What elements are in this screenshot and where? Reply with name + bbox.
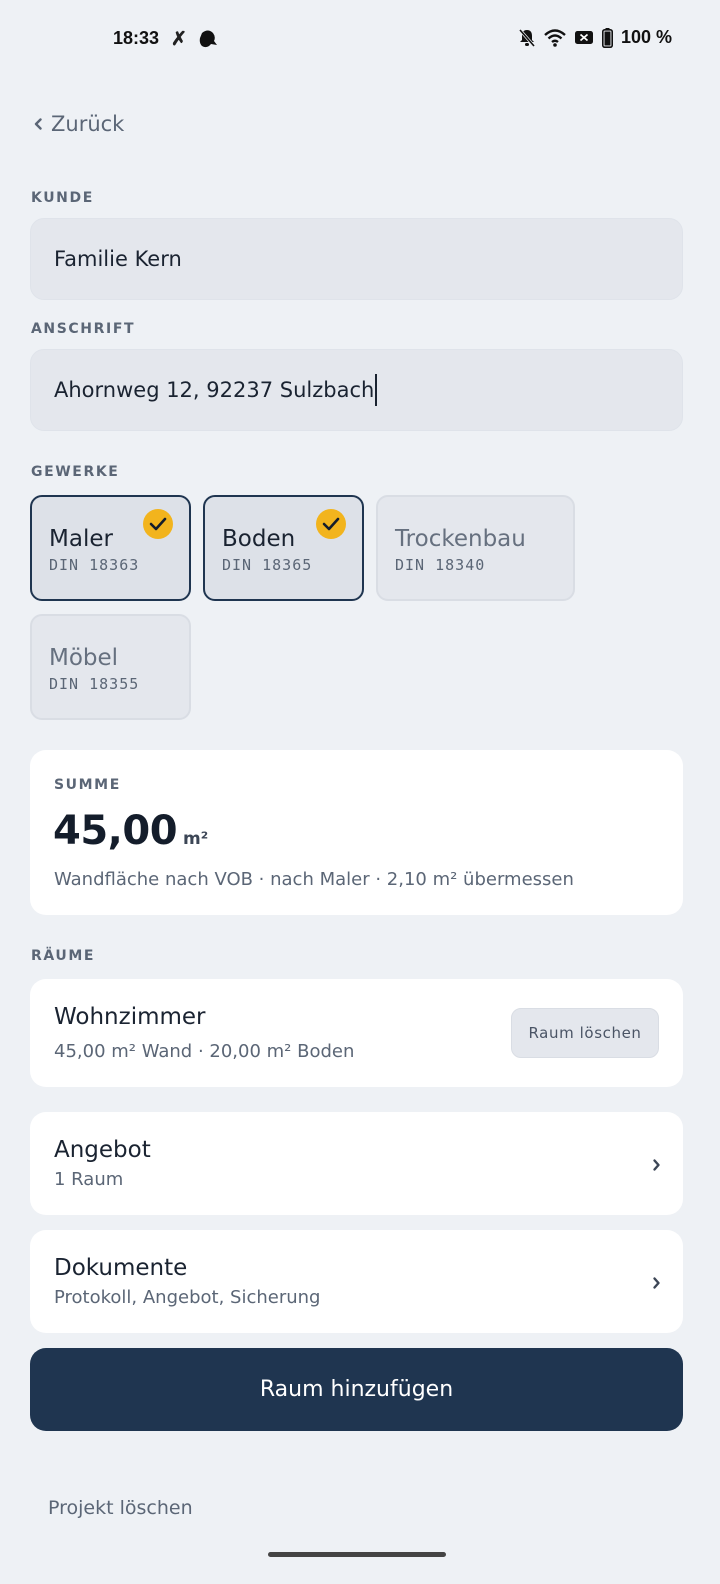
bell-off-icon <box>518 28 536 47</box>
customer-value: Familie Kern <box>54 247 182 271</box>
trades-label: GEWERKE <box>31 464 120 480</box>
offer-card[interactable]: Angebot 1 Raum <box>30 1112 683 1215</box>
summary-card: SUMME 45,00 m² Wandfläche nach VOB · nac… <box>30 750 683 915</box>
check-icon <box>316 509 346 539</box>
chevron-left-icon <box>34 118 42 130</box>
room-card[interactable]: Wohnzimmer 45,00 m² Wand · 20,00 m² Bode… <box>30 979 683 1087</box>
bird-notification-icon <box>199 30 217 48</box>
check-icon <box>143 509 173 539</box>
home-indicator[interactable] <box>268 1552 446 1557</box>
trade-chip-boden[interactable]: Boden DIN 18365 <box>203 495 364 601</box>
offer-subtitle: 1 Raum <box>54 1169 124 1190</box>
offer-title: Angebot <box>54 1137 151 1163</box>
customer-label: KUNDE <box>31 190 94 206</box>
address-input[interactable]: Ahornweg 12, 92237 Sulzbach <box>30 349 683 431</box>
chevron-right-icon <box>653 1159 660 1171</box>
address-value: Ahornweg 12, 92237 Sulzbach <box>54 378 375 402</box>
x-notification-icon: ✗ <box>171 29 187 50</box>
back-label: Zurück <box>51 112 125 136</box>
trade-din: DIN 18363 <box>49 556 140 574</box>
documents-subtitle: Protokoll, Angebot, Sicherung <box>54 1287 321 1308</box>
summary-value: 45,00 <box>53 808 178 854</box>
trade-chip-moebel[interactable]: Möbel DIN 18355 <box>30 614 191 720</box>
sim-blocked-icon <box>574 31 593 44</box>
summary-detail: Wandfläche nach VOB · nach Maler · 2,10 … <box>54 869 574 890</box>
back-button[interactable]: Zurück <box>33 112 124 136</box>
documents-title: Dokumente <box>54 1255 188 1281</box>
trade-chip-maler[interactable]: Maler DIN 18363 <box>30 495 191 601</box>
room-detail: 45,00 m² Wand · 20,00 m² Boden <box>54 1041 355 1062</box>
status-time: 18:33 <box>113 28 160 48</box>
address-label: ANSCHRIFT <box>31 321 136 337</box>
summary-label: SUMME <box>54 777 121 793</box>
battery-icon <box>601 27 613 48</box>
rooms-label: RÄUME <box>31 948 96 964</box>
trade-chip-trockenbau[interactable]: Trockenbau DIN 18340 <box>376 495 575 601</box>
add-room-button[interactable]: Raum hinzufügen <box>30 1348 683 1431</box>
wifi-icon <box>544 28 566 47</box>
customer-input[interactable]: Familie Kern <box>30 218 683 300</box>
delete-room-button[interactable]: Raum löschen <box>511 1008 659 1058</box>
room-name: Wohnzimmer <box>54 1004 206 1030</box>
delete-project-link[interactable]: Projekt löschen <box>48 1497 193 1519</box>
battery-percentage: 100 % <box>620 27 672 47</box>
text-caret <box>375 374 378 406</box>
summary-total: 45,00 m² <box>53 808 208 854</box>
trade-din: DIN 18340 <box>395 556 486 574</box>
trade-name: Trockenbau <box>395 526 526 552</box>
documents-card[interactable]: Dokumente Protokoll, Angebot, Sicherung <box>30 1230 683 1333</box>
trade-name: Möbel <box>49 645 119 671</box>
chevron-right-icon <box>653 1277 660 1289</box>
status-icons: 100 % <box>518 27 672 48</box>
summary-unit: m² <box>183 829 209 849</box>
trade-din: DIN 18365 <box>222 556 313 574</box>
trade-din: DIN 18355 <box>49 675 140 693</box>
